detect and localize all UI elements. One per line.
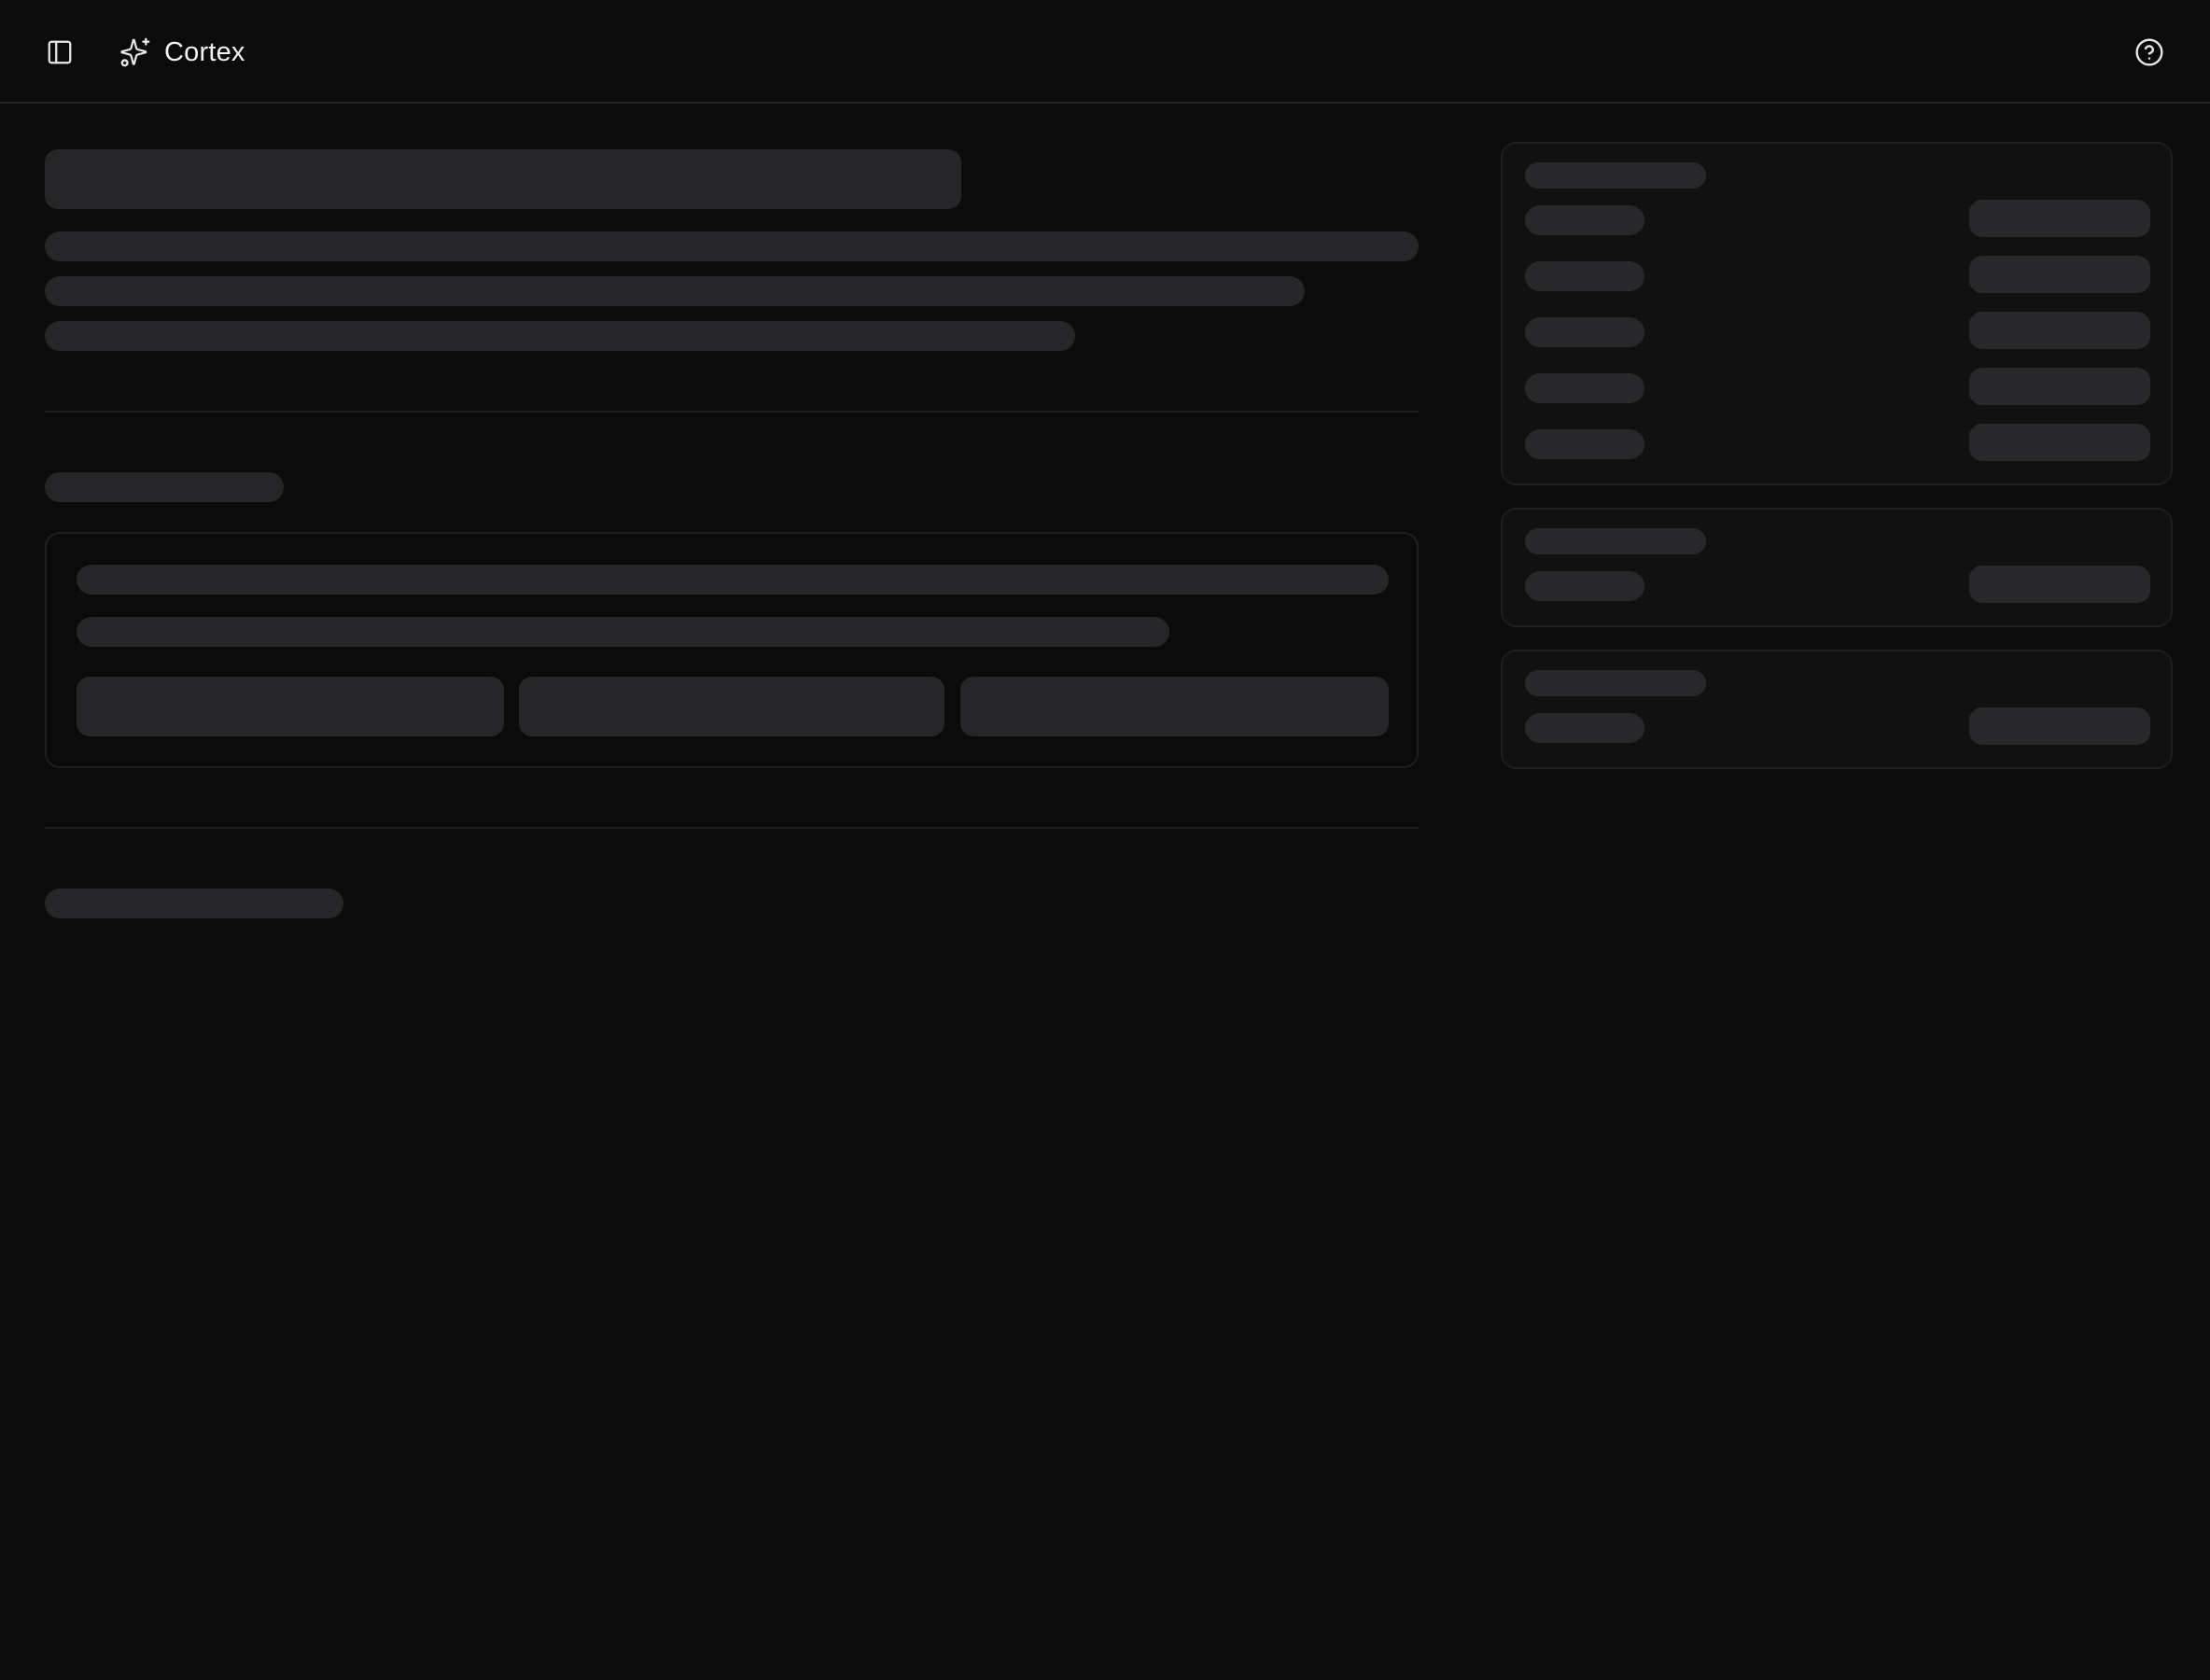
row-value-skeleton [1969,200,2150,237]
row-label-skeleton [1525,713,1644,743]
help-circle-icon [2135,38,2163,66]
row-label-skeleton [1525,429,1644,459]
sidebar-toggle-button[interactable] [41,34,78,71]
row-label-skeleton [1525,571,1644,601]
text-line-skeleton [77,617,1169,647]
action-skeleton [519,677,944,736]
section-heading-skeleton [45,472,284,502]
details-card-skeleton [1501,508,2173,627]
section-divider [45,411,1419,413]
panel-left-icon [48,40,72,64]
text-line-skeleton [45,321,1075,351]
row-value-skeleton [1969,566,2150,603]
text-line-skeleton [45,231,1419,261]
action-skeleton [960,677,1389,736]
card-title-skeleton [1525,162,1706,189]
row-value-skeleton [1969,256,2150,293]
card-title-skeleton [1525,670,1706,696]
row-value-skeleton [1969,368,2150,405]
section-heading-skeleton [45,889,343,918]
action-skeleton [77,677,504,736]
row-label-skeleton [1525,205,1644,235]
sparkles-icon [120,37,150,67]
text-line-skeleton [45,276,1305,306]
brand[interactable]: Cortex [119,32,245,73]
card-title-skeleton [1525,528,1706,554]
details-card-skeleton [1501,650,2173,769]
row-value-skeleton [1969,424,2150,461]
content-card-skeleton [45,532,1419,768]
details-card-skeleton [1501,142,2173,485]
help-button[interactable] [2131,34,2168,71]
row-value-skeleton [1969,312,2150,349]
row-label-skeleton [1525,261,1644,291]
top-bar: Cortex [0,0,2210,104]
row-label-skeleton [1525,373,1644,403]
text-line-skeleton [77,565,1389,595]
row-label-skeleton [1525,317,1644,347]
section-divider [45,827,1419,829]
title-skeleton [45,149,961,209]
app-name: Cortex [164,36,245,67]
row-value-skeleton [1969,707,2150,745]
